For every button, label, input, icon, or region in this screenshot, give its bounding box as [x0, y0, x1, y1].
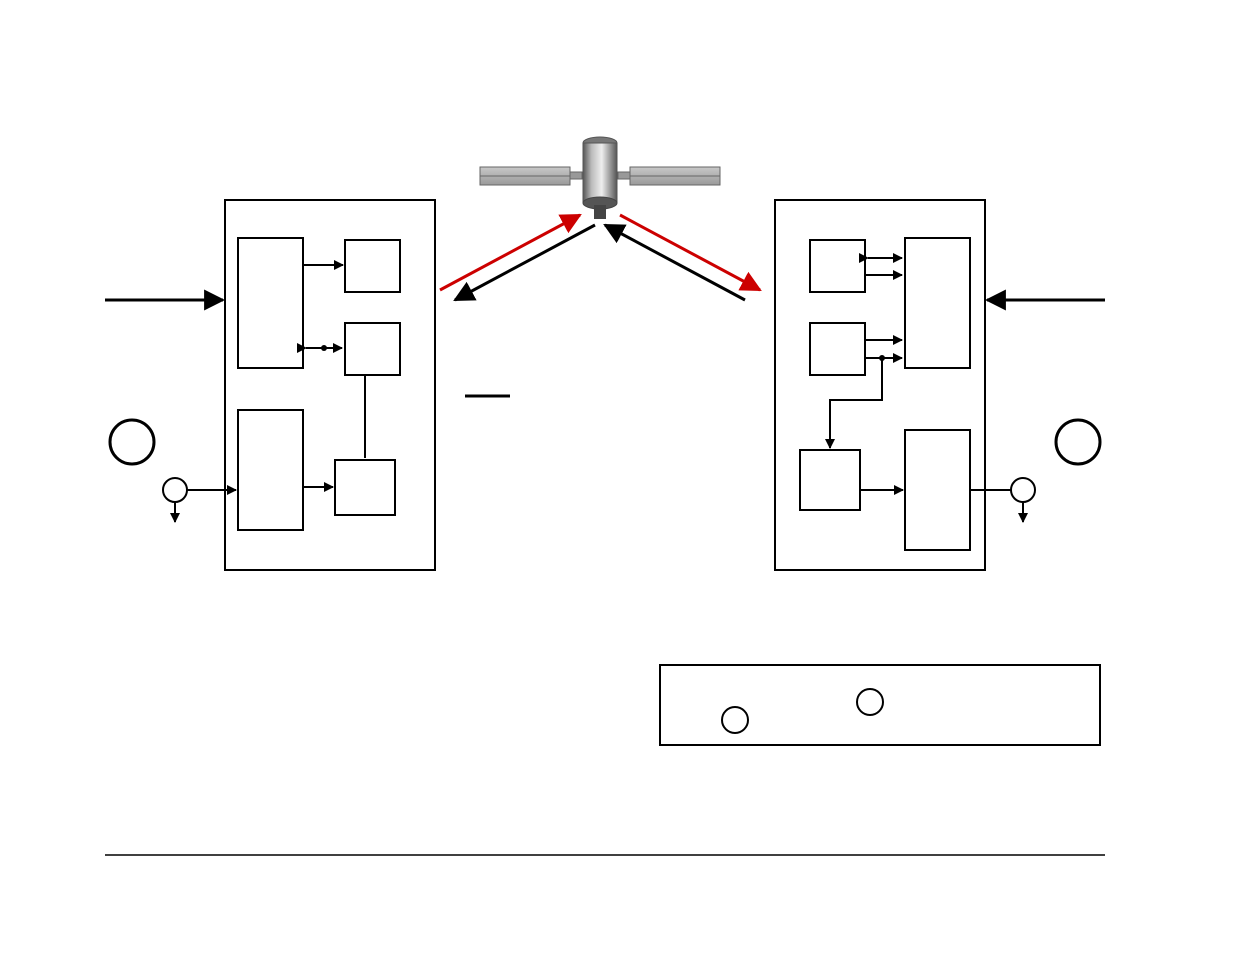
diagram-canvas: Input Input	[0, 0, 1235, 954]
right-modulator-block	[810, 240, 865, 292]
right-tap-circle	[1011, 478, 1035, 502]
left-lower-small-block	[335, 460, 395, 515]
satellite-icon	[480, 137, 720, 219]
device-panel	[660, 665, 1100, 745]
uplink-left-arrow	[440, 215, 580, 290]
right-ref-circle	[1056, 420, 1100, 464]
left-mux-block	[238, 238, 303, 368]
left-terminal-block	[225, 200, 435, 570]
downlink-left-arrow	[455, 225, 595, 300]
left-tap-circle	[163, 478, 187, 502]
device-knob-right	[857, 689, 883, 715]
right-demodulator-block	[810, 323, 865, 375]
device-knob-left	[722, 707, 748, 733]
right-demux-block	[905, 430, 970, 550]
left-demux-block	[238, 410, 303, 530]
right-step-link	[830, 358, 882, 448]
left-demodulator-block	[345, 323, 400, 375]
right-mux-block	[905, 238, 970, 368]
right-lower-small-block	[800, 450, 860, 510]
left-ref-circle	[110, 420, 154, 464]
uplink-right-arrow	[605, 225, 745, 300]
downlink-right-arrow	[620, 215, 760, 290]
left-modulator-block	[345, 240, 400, 292]
right-terminal-block	[775, 200, 985, 570]
